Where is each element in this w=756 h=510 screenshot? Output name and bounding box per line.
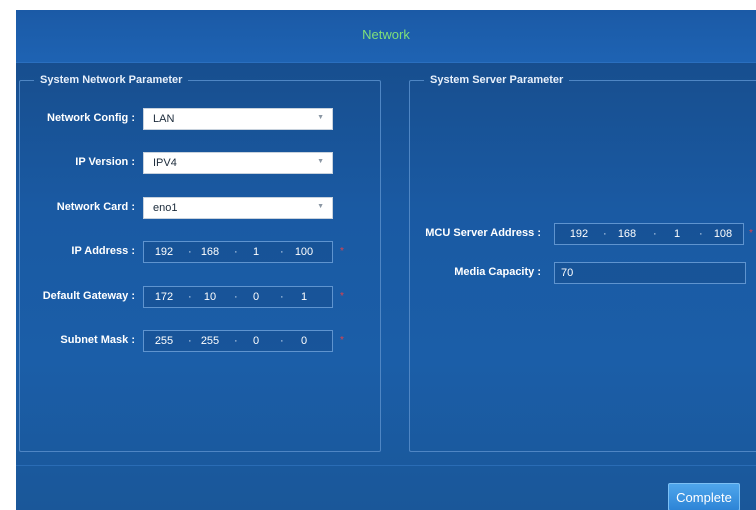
ip-address-label: IP Address : — [71, 245, 135, 257]
dot-separator: · — [653, 228, 657, 240]
group-legend-network: System Network Parameter — [40, 74, 183, 86]
dot-separator: · — [234, 335, 238, 347]
ip-octet[interactable]: 192 — [150, 246, 178, 258]
dot-separator: · — [280, 291, 284, 303]
ip-octet[interactable]: 172 — [150, 291, 178, 303]
ip-version-select[interactable]: IPV4 ▼ — [143, 152, 333, 174]
required-marker: * — [749, 228, 753, 239]
ip-octet[interactable]: 255 — [196, 335, 224, 347]
dot-separator: · — [603, 228, 607, 240]
network-card-select[interactable]: eno1 ▼ — [143, 197, 333, 219]
ip-octet[interactable]: 100 — [290, 246, 318, 258]
ip-octet[interactable]: 192 — [565, 228, 593, 240]
network-card-label: Network Card : — [56, 201, 135, 213]
required-marker: * — [340, 291, 344, 302]
dot-separator: · — [188, 246, 192, 258]
required-marker: * — [340, 246, 344, 257]
dot-separator: · — [280, 246, 284, 258]
ip-octet[interactable]: 1 — [242, 246, 270, 258]
dot-separator: · — [234, 246, 238, 258]
ip-address-input[interactable]: 192 · 168 · 1 · 100 — [143, 241, 333, 263]
dot-separator: · — [234, 291, 238, 303]
chevron-down-icon: ▼ — [317, 158, 324, 165]
media-capacity-label: Media Capacity : — [454, 266, 541, 278]
ip-version-label: IP Version : — [75, 156, 135, 168]
required-marker: * — [340, 335, 344, 346]
window-title: Network — [16, 10, 756, 63]
ip-octet[interactable]: 0 — [242, 335, 270, 347]
chevron-down-icon: ▼ — [317, 114, 324, 121]
ip-octet[interactable]: 168 — [196, 246, 224, 258]
ip-octet[interactable]: 108 — [709, 228, 737, 240]
ip-octet[interactable]: 1 — [663, 228, 691, 240]
dot-separator: · — [188, 291, 192, 303]
ip-version-value: IPV4 — [153, 157, 177, 169]
ip-octet[interactable]: 255 — [150, 335, 178, 347]
default-gateway-input[interactable]: 172 · 10 · 0 · 1 — [143, 286, 333, 308]
default-gateway-label: Default Gateway : — [42, 290, 135, 302]
complete-button[interactable]: Complete — [668, 483, 740, 510]
media-capacity-value: 70 — [561, 267, 574, 279]
network-config-select[interactable]: LAN ▼ — [143, 108, 333, 130]
group-legend-server: System Server Parameter — [430, 74, 564, 86]
ip-octet[interactable]: 0 — [242, 291, 270, 303]
ip-octet[interactable]: 168 — [613, 228, 641, 240]
ip-octet[interactable]: 10 — [196, 291, 224, 303]
dot-separator: · — [188, 335, 192, 347]
footer-divider — [16, 465, 756, 466]
network-card-value: eno1 — [153, 202, 178, 214]
dot-separator: · — [699, 228, 703, 240]
mcu-server-address-label: MCU Server Address : — [425, 227, 541, 239]
network-config-label: Network Config : — [47, 112, 135, 124]
media-capacity-input[interactable]: 70 — [554, 262, 746, 284]
ip-octet[interactable]: 0 — [290, 335, 318, 347]
system-network-parameter-group: System Network Parameter — [19, 74, 381, 452]
chevron-down-icon: ▼ — [317, 203, 324, 210]
subnet-mask-input[interactable]: 255 · 255 · 0 · 0 — [143, 330, 333, 352]
network-window: Network System Network Parameter Network… — [16, 10, 756, 510]
ip-octet[interactable]: 1 — [290, 291, 318, 303]
mcu-server-address-input[interactable]: 192 · 168 · 1 · 108 — [554, 223, 744, 245]
subnet-mask-label: Subnet Mask : — [60, 334, 135, 346]
network-config-value: LAN — [153, 113, 175, 125]
dot-separator: · — [280, 335, 284, 347]
